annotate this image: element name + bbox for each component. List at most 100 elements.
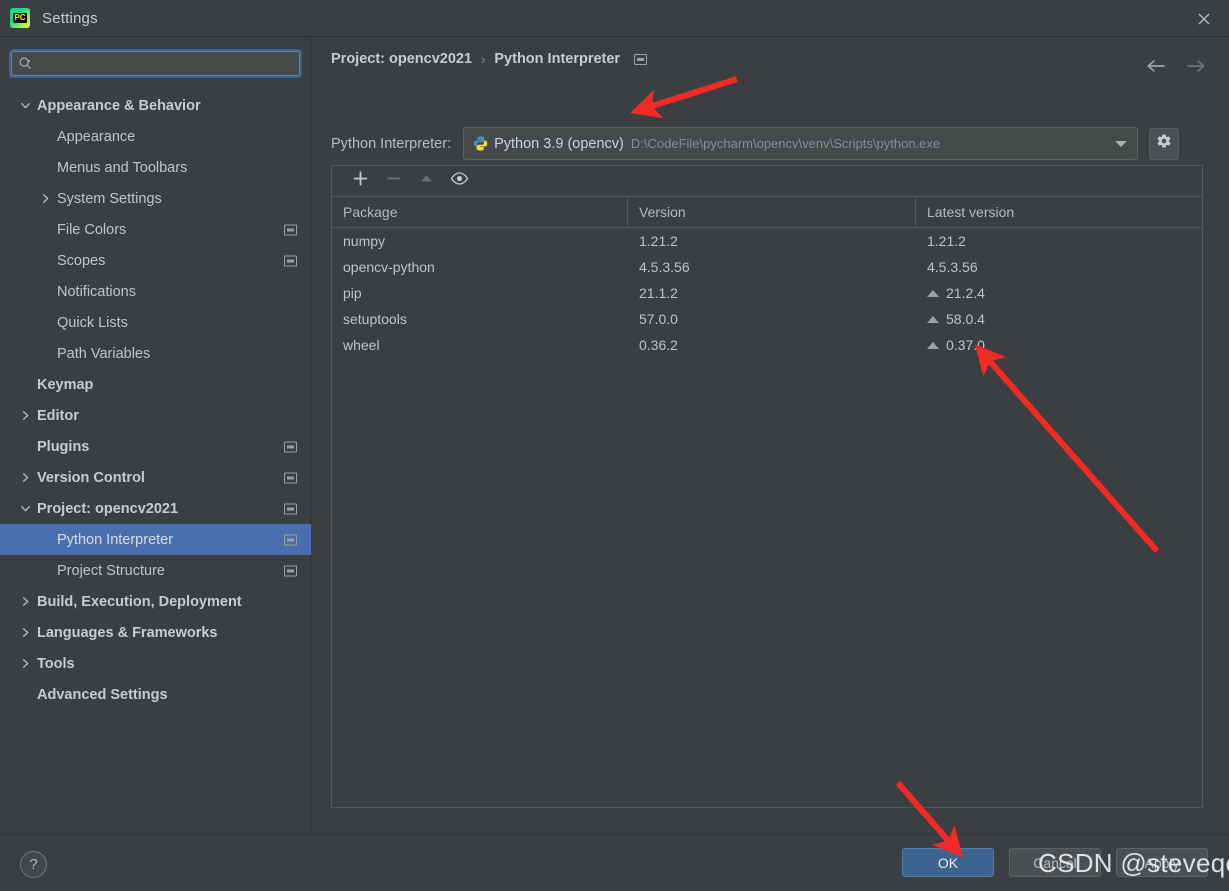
sidebar-item-appearance[interactable]: Appearance — [0, 121, 311, 152]
chevron-right-icon[interactable] — [18, 626, 32, 640]
navigation-arrows — [1143, 54, 1209, 78]
project-scope-badge-icon — [284, 224, 297, 235]
cell-latest-version: 0.37.0 — [916, 337, 1202, 353]
sidebar-item-project-opencv2021[interactable]: Project: opencv2021 — [0, 493, 311, 524]
window-title: Settings — [42, 9, 98, 27]
chevron-right-icon[interactable] — [18, 471, 32, 485]
column-header-version[interactable]: Version — [628, 197, 916, 227]
breadcrumb: Project: opencv2021 › Python Interpreter — [331, 51, 648, 67]
cell-latest-version: 58.0.4 — [916, 311, 1202, 327]
latest-version-text: 21.2.4 — [946, 285, 985, 301]
pycharm-logo-icon — [10, 8, 30, 28]
latest-version-text: 58.0.4 — [946, 311, 985, 327]
settings-modified-badge-icon — [634, 53, 648, 65]
chevron-down-icon[interactable] — [18, 99, 32, 113]
table-row[interactable]: opencv-python 4.5.3.56 4.5.3.56 — [332, 254, 1202, 280]
sidebar-item-menus-and-toolbars[interactable]: Menus and Toolbars — [0, 152, 311, 183]
project-scope-badge-icon — [284, 441, 297, 452]
sidebar-item-appearance-behavior[interactable]: Appearance & Behavior — [0, 90, 311, 121]
settings-sidebar: Appearance & Behavior Appearance Menus and… — [0, 37, 311, 833]
table-row[interactable]: setuptools 57.0.0 58.0.4 — [332, 306, 1202, 332]
gear-icon — [1156, 133, 1172, 154]
sidebar-item-system-settings[interactable]: System Settings — [0, 183, 311, 214]
sidebar-item-label: Advanced Settings — [37, 686, 168, 703]
cell-latest-version: 1.21.2 — [916, 233, 1202, 249]
sidebar-item-label: Plugins — [37, 438, 90, 455]
sidebar-item-advanced-settings[interactable]: Advanced Settings — [0, 679, 311, 710]
sidebar-item-version-control[interactable]: Version Control — [0, 462, 311, 493]
sidebar-item-editor[interactable]: Editor — [0, 400, 311, 431]
breadcrumb-separator: › — [481, 51, 486, 67]
cell-package: setuptools — [343, 311, 407, 327]
sidebar-item-plugins[interactable]: Plugins — [0, 431, 311, 462]
sidebar-item-notifications[interactable]: Notifications — [0, 276, 311, 307]
sidebar-item-label: Notifications — [57, 283, 136, 300]
latest-version-text: 1.21.2 — [927, 233, 966, 249]
dialog-footer: ? OK Cancel Apply — [0, 834, 1229, 891]
remove-package-button — [377, 168, 410, 194]
interpreter-settings-button[interactable] — [1149, 127, 1180, 160]
eye-icon — [450, 170, 469, 192]
sidebar-item-scopes[interactable]: Scopes — [0, 245, 311, 276]
column-header-package[interactable]: Package — [332, 197, 628, 227]
interpreter-path: D:\CodeFile\pycharm\opencv\venv\Scripts\… — [630, 136, 941, 151]
sidebar-item-label: Editor — [37, 407, 79, 424]
packages-table-body: numpy 1.21.2 1.21.2 opencv-python 4.5.3.56 4.… — [332, 228, 1202, 358]
minus-icon — [385, 170, 402, 192]
apply-button[interactable]: Apply — [1116, 848, 1208, 877]
interpreter-select[interactable]: Python 3.9 (opencv) D:\CodeFile\pycharm\… — [463, 127, 1139, 160]
search-input[interactable] — [37, 51, 300, 76]
plus-icon — [352, 170, 369, 192]
search-box[interactable] — [9, 49, 302, 78]
sidebar-item-keymap[interactable]: Keymap — [0, 369, 311, 400]
table-row[interactable]: pip 21.1.2 21.2.4 — [332, 280, 1202, 306]
table-row[interactable]: wheel 0.36.2 0.37.0 — [332, 332, 1202, 358]
settings-content: Project: opencv2021 › Python Interpreter… — [312, 37, 1229, 833]
upgrade-package-button — [410, 168, 443, 194]
sidebar-item-quick-lists[interactable]: Quick Lists — [0, 307, 311, 338]
sidebar-item-path-variables[interactable]: Path Variables — [0, 338, 311, 369]
interpreter-name: Python 3.9 (opencv) — [494, 135, 624, 152]
ok-button[interactable]: OK — [902, 848, 994, 877]
sidebar-item-file-colors[interactable]: File Colors — [0, 214, 311, 245]
sidebar-item-label: Python Interpreter — [57, 531, 174, 548]
latest-version-text: 4.5.3.56 — [927, 259, 978, 275]
cancel-button[interactable]: Cancel — [1009, 848, 1101, 877]
chevron-right-icon[interactable] — [18, 409, 32, 423]
sidebar-item-languages-frameworks[interactable]: Languages & Frameworks — [0, 617, 311, 648]
help-button[interactable]: ? — [20, 851, 47, 878]
arrow-left-icon[interactable] — [1143, 54, 1169, 78]
chevron-down-icon[interactable] — [18, 502, 32, 516]
add-package-button[interactable] — [344, 168, 377, 194]
close-icon[interactable] — [1193, 8, 1215, 30]
python-icon — [472, 135, 489, 152]
show-early-releases-button[interactable] — [443, 168, 476, 194]
cell-version: 57.0.0 — [639, 311, 678, 327]
cell-package: numpy — [343, 233, 386, 249]
breadcrumb-root[interactable]: Project: opencv2021 — [331, 51, 472, 67]
sidebar-item-project-structure[interactable]: Project Structure — [0, 555, 311, 586]
sidebar-item-tools[interactable]: Tools — [0, 648, 311, 679]
chevron-right-icon[interactable] — [38, 192, 52, 206]
cell-package: opencv-python — [343, 259, 435, 275]
cell-package: pip — [343, 285, 362, 301]
chevron-right-icon[interactable] — [18, 657, 32, 671]
cell-package: wheel — [343, 337, 380, 353]
cell-latest-version: 21.2.4 — [916, 285, 1202, 301]
arrow-right-icon[interactable] — [1183, 54, 1209, 78]
cell-latest-version: 4.5.3.56 — [916, 259, 1202, 275]
sidebar-item-build-execution-deployment[interactable]: Build, Execution, Deployment — [0, 586, 311, 617]
dialog-button-row: OK Cancel Apply — [902, 848, 1208, 877]
packages-panel: Package Version Latest version numpy 1.21… — [331, 165, 1203, 808]
chevron-right-icon[interactable] — [18, 595, 32, 609]
sidebar-item-python-interpreter[interactable]: Python Interpreter — [0, 524, 311, 555]
chevron-down-icon[interactable] — [1115, 140, 1128, 147]
table-row[interactable]: numpy 1.21.2 1.21.2 — [332, 228, 1202, 254]
sidebar-item-label: Build, Execution, Deployment — [37, 593, 242, 610]
title-bar: Settings — [0, 0, 1229, 37]
project-scope-badge-icon — [284, 503, 297, 514]
sidebar-item-label: Languages & Frameworks — [37, 624, 218, 641]
column-header-latest-version[interactable]: Latest version — [916, 197, 1202, 227]
cell-version: 4.5.3.56 — [639, 259, 690, 275]
packages-table-header: Package Version Latest version — [332, 197, 1202, 228]
